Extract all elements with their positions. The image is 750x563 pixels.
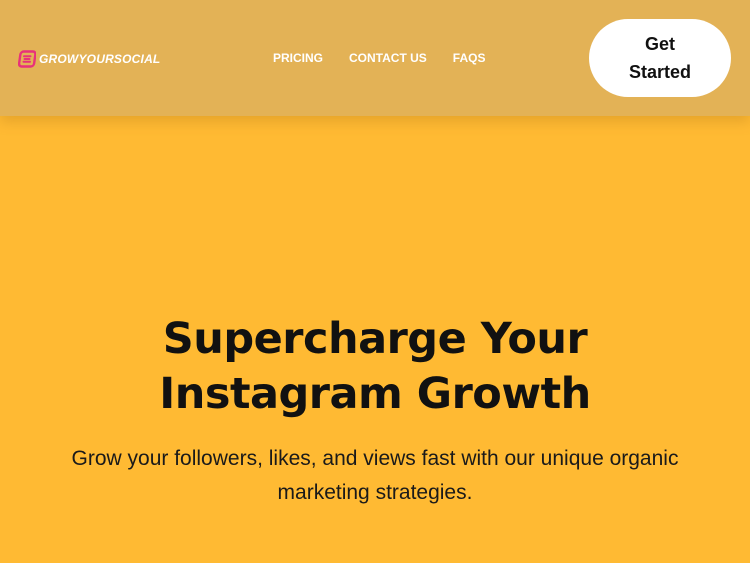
hero-subtitle: Grow your followers, likes, and views fa… (71, 447, 679, 504)
logo-text: GROWYOURSOCIAL (39, 52, 161, 66)
main-nav: PRICING CONTACT US FAQS (273, 51, 485, 65)
hero-section: Supercharge Your Instagram Growth Grow y… (0, 312, 750, 510)
nav-link-pricing[interactable]: PRICING (273, 51, 323, 65)
get-started-button[interactable]: Get Started (589, 19, 731, 97)
logo[interactable]: GROWYOURSOCIAL (18, 50, 160, 68)
nav-link-contact-us[interactable]: CONTACT US (349, 51, 427, 65)
hero-title: Supercharge Your Instagram Growth (159, 314, 591, 419)
site-header: GROWYOURSOCIAL PRICING CONTACT US FAQS G… (0, 0, 750, 116)
nav-link-faqs[interactable]: FAQS (453, 51, 486, 65)
growyoursocial-logo-icon (18, 50, 36, 68)
